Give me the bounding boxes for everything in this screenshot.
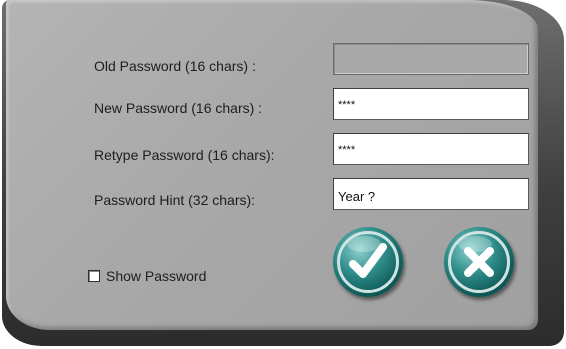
old-password-label: Old Password (16 chars) : <box>94 58 256 74</box>
retype-password-field[interactable] <box>333 133 529 165</box>
password-hint-label: Password Hint (32 chars): <box>94 192 256 208</box>
close-icon <box>464 247 494 277</box>
cancel-button[interactable] <box>444 227 514 297</box>
change-password-dialog: Old Password (16 chars) : New Password (… <box>6 0 538 330</box>
old-password-field[interactable] <box>333 43 529 75</box>
checkmark-icon <box>349 243 387 278</box>
password-hint-field[interactable] <box>333 178 529 210</box>
show-password-label: Show Password <box>106 268 207 284</box>
retype-password-label: Retype Password (16 chars): <box>94 147 275 163</box>
new-password-field[interactable] <box>333 88 529 120</box>
show-password-checkbox[interactable]: Show Password <box>88 268 206 284</box>
change-password-window: Old Password (16 chars) : New Password (… <box>0 0 566 349</box>
new-password-label: New Password (16 chars) : <box>94 100 263 116</box>
show-password-checkbox-box[interactable] <box>88 270 100 282</box>
ok-button[interactable] <box>333 227 403 297</box>
